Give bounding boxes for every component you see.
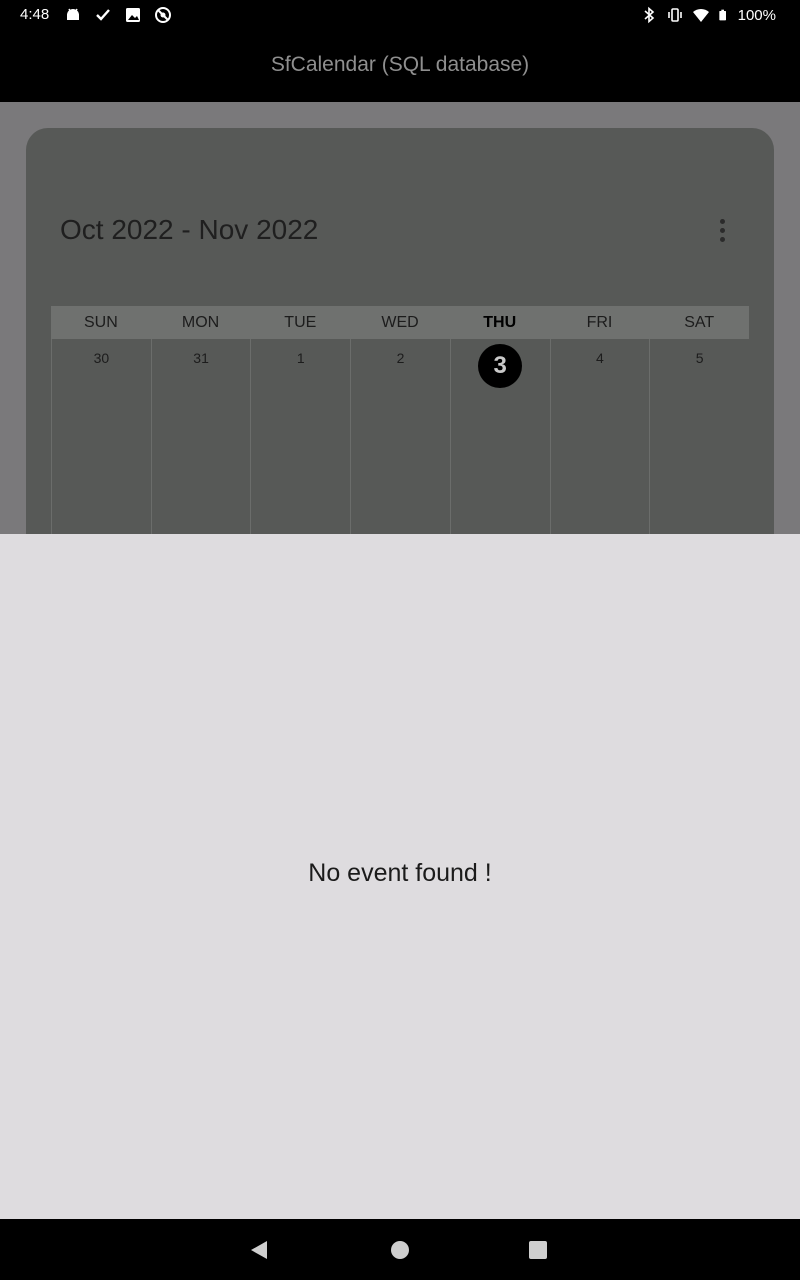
home-icon[interactable] — [389, 1239, 411, 1261]
vibrate-icon — [667, 8, 682, 22]
dow-tue: TUE — [284, 314, 317, 331]
day-number: 4 — [596, 350, 604, 366]
today-indicator: 3 — [478, 344, 523, 388]
day-number: 5 — [695, 350, 704, 366]
bluetooth-icon — [644, 6, 654, 24]
dow-mon: MON — [181, 314, 220, 331]
more-options-button[interactable] — [710, 216, 734, 244]
wifi-icon — [692, 8, 709, 22]
events-bottom-sheet[interactable]: No event found ! — [0, 534, 800, 1219]
calendar-card: Oct 2022 - Nov 2022 SUN MON TUE WED THU … — [26, 128, 774, 548]
battery-icon — [718, 9, 726, 21]
day-cell[interactable]: 31 — [152, 339, 252, 548]
navigation-bar — [0, 1219, 800, 1280]
day-number: 30 — [93, 350, 110, 366]
day-cell-today[interactable]: 3 — [451, 339, 551, 548]
day-cell[interactable]: 4 — [551, 339, 651, 548]
empty-events-message: No event found ! — [308, 859, 492, 887]
back-icon[interactable] — [248, 1239, 270, 1261]
day-cell[interactable]: 2 — [351, 339, 451, 548]
recents-icon[interactable] — [527, 1239, 549, 1261]
day-cell[interactable]: 1 — [251, 339, 352, 548]
day-number: 2 — [396, 350, 405, 366]
calendar-header-date-range[interactable]: Oct 2022 - Nov 2022 — [60, 214, 318, 246]
app-bar: SfCalendar (SQL database) — [0, 32, 800, 102]
status-notification-icons — [64, 6, 172, 24]
do-not-disturb-icon — [155, 7, 171, 23]
dow-fri: FRI — [586, 314, 613, 331]
check-icon — [96, 9, 110, 21]
image-icon — [126, 8, 140, 22]
battery-percent: 100% — [737, 6, 776, 24]
days-of-week-header: SUN MON TUE WED THU FRI SAT — [51, 306, 749, 339]
status-system-icons: 100% — [640, 6, 776, 24]
more-vert-icon — [719, 218, 725, 224]
app-title: SfCalendar (SQL database) — [270, 53, 530, 76]
calendar-week-row: 30 31 1 2 3 4 5 — [51, 339, 749, 548]
day-cell[interactable]: 30 — [52, 339, 152, 548]
android-icon — [67, 8, 79, 20]
day-cell[interactable]: 5 — [650, 339, 749, 548]
dow-sun: SUN — [83, 314, 118, 331]
dow-wed: WED — [381, 314, 419, 331]
dow-thu: THU — [483, 314, 517, 331]
day-number: 31 — [193, 350, 209, 366]
day-number: 1 — [296, 350, 305, 366]
dow-sat: SAT — [684, 314, 715, 331]
status-time: 4:48 — [20, 6, 50, 23]
status-bar: 4:48 100% — [0, 0, 800, 32]
